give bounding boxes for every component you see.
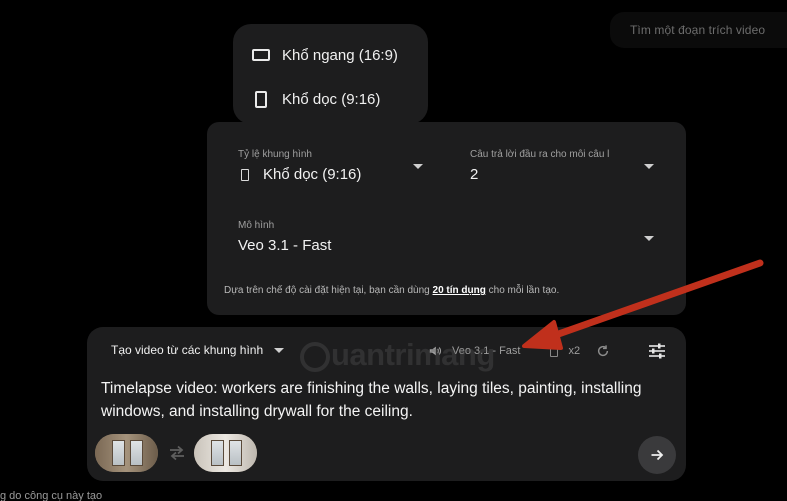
credit-cost-note: Dựa trên chế độ cài đặt hiện tại, bạn cầ… [224,285,559,296]
aspect-ratio-select[interactable]: Tỷ lệ khung hình Khổ dọc (9:16) [238,149,428,183]
chevron-down-icon[interactable] [413,164,423,169]
search-clip-placeholder: Tìm một đoạn trích video [630,23,766,37]
aspect-ratio-menu: Khổ ngang (16:9) Khổ dọc (9:16) [233,24,428,124]
menu-item-label: Khổ ngang (16:9) [282,46,398,64]
speaker-icon[interactable] [428,344,442,358]
settings-sliders-icon[interactable] [647,341,667,361]
output-count[interactable]: x2 [568,345,580,357]
generation-mode-select[interactable]: Tạo video từ các khung hình [111,343,285,357]
model-chip[interactable]: Veo 3.1 - Fast [452,345,520,357]
outputs-value: 2 [470,166,479,183]
settings-panel: Tỷ lệ khung hình Khổ dọc (9:16) Câu trả … [207,122,686,315]
swap-arrows-icon[interactable] [168,445,186,461]
end-frame-thumbnail[interactable] [194,434,257,472]
prompt-composer: Tạo video từ các khung hình Veo 3.1 - Fa… [87,327,686,481]
aspect-ratio-label: Tỷ lệ khung hình [238,149,312,160]
prompt-input[interactable]: Timelapse video: workers are finishing t… [101,377,676,423]
generation-mode-label: Tạo video từ các khung hình [111,343,264,357]
credits-link[interactable]: 20 tín dụng [433,285,486,296]
search-clip-field[interactable]: Tìm một đoạn trích video [610,12,787,48]
model-label: Mô hình [238,220,275,231]
aspect-ratio-value: Khổ dọc (9:16) [263,166,362,183]
outputs-label: Câu trả lời đầu ra cho mỗi câu l [470,149,610,160]
page: Tìm một đoạn trích video Khổ ngang (16:9… [0,0,787,501]
model-select[interactable]: Mô hình Veo 3.1 - Fast [238,220,628,254]
model-value: Veo 3.1 - Fast [238,237,332,254]
menu-item-portrait[interactable]: Khổ dọc (9:16) [233,77,428,121]
arrow-right-icon [651,449,664,461]
chevron-down-icon[interactable] [644,236,654,241]
credit-note-suffix: cho mỗi lần tạo. [485,285,560,296]
chevron-down-icon[interactable] [644,164,654,169]
start-frame-thumbnail[interactable] [95,434,158,472]
menu-item-label: Khổ dọc (9:16) [282,90,381,108]
outputs-select[interactable]: Câu trả lời đầu ra cho mỗi câu l 2 [470,149,630,183]
landscape-rect-icon [252,49,282,61]
menu-item-landscape[interactable]: Khổ ngang (16:9) [233,33,428,77]
footer-disclaimer: g do công cụ này tạo [0,490,103,501]
credit-note-prefix: Dựa trên chế độ cài đặt hiện tại, bạn cầ… [224,285,433,296]
refresh-icon[interactable] [596,344,610,358]
send-button[interactable] [638,436,676,474]
portrait-rect-icon [241,168,249,181]
portrait-rect-icon[interactable] [550,345,559,357]
portrait-rect-icon [252,90,282,108]
chevron-down-icon [274,347,285,353]
composer-toolbar: Veo 3.1 - Fast x2 [428,341,610,361]
